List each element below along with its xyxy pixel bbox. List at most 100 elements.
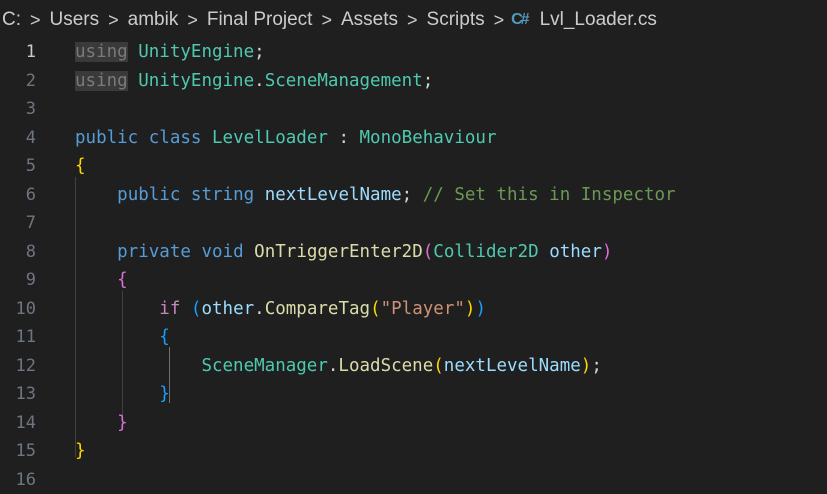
line-number: 4 — [25, 127, 36, 148]
code-content: public class LevelLoader : MonoBehaviour — [75, 124, 496, 152]
code-token: class — [148, 127, 202, 148]
code-token: ) — [475, 298, 486, 319]
line-number: 16 — [15, 469, 36, 490]
code-content: } — [75, 437, 86, 465]
code-token: } — [159, 384, 170, 404]
code-token: OnTriggerEnter2D — [254, 241, 423, 262]
code-token: other — [549, 241, 602, 262]
code-line[interactable]: 11 { — [0, 323, 827, 351]
breadcrumb-item-scripts[interactable]: Scripts — [425, 9, 487, 31]
code-token: ) — [580, 355, 592, 376]
breadcrumb-item-file[interactable]: Lvl_Loader.cs — [538, 9, 659, 31]
code-token: { — [75, 156, 86, 176]
line-number: 6 — [25, 184, 36, 205]
line-number: 8 — [25, 241, 36, 262]
code-line[interactable]: 16 — [0, 466, 827, 494]
code-token: ) — [601, 241, 613, 262]
code-line[interactable]: 6 public string nextLevelName; // Set th… — [0, 181, 827, 209]
breadcrumb-item-ambik[interactable]: ambik — [126, 9, 181, 31]
code-token: { — [117, 270, 128, 290]
breadcrumb-item-users[interactable]: Users — [48, 9, 102, 31]
line-number: 10 — [15, 298, 36, 319]
code-token: UnityEngine — [138, 42, 255, 62]
code-line[interactable]: 13 } — [0, 380, 827, 408]
code-token: private — [117, 241, 191, 262]
code-line[interactable]: 1 using UnityEngine; — [0, 38, 827, 66]
code-token: void — [201, 241, 244, 262]
code-line[interactable]: 14 } — [0, 409, 827, 437]
code-content: { — [75, 266, 128, 294]
code-line[interactable]: 9 { — [0, 266, 827, 294]
code-content: } — [75, 409, 128, 437]
code-token: nextLevelName — [264, 184, 402, 205]
code-content: using UnityEngine.SceneManagement; — [75, 67, 433, 95]
chevron-right-icon: > — [30, 9, 41, 30]
line-number: 14 — [15, 412, 36, 433]
code-token: nextLevelName — [443, 355, 581, 376]
code-token: string — [190, 184, 255, 205]
code-token: . — [327, 355, 339, 376]
line-number: 2 — [25, 70, 36, 91]
line-number: 3 — [25, 99, 36, 119]
line-number: 12 — [15, 355, 36, 376]
code-line[interactable]: 5{ — [0, 152, 827, 180]
code-token: } — [75, 441, 86, 461]
code-editor[interactable]: 1 using UnityEngine; 2 using UnityEngine.Sc… — [0, 37, 827, 493]
breadcrumb-item-assets[interactable]: Assets — [339, 9, 400, 31]
line-number: 15 — [15, 441, 36, 461]
code-token: } — [117, 412, 128, 433]
code-token: ; — [254, 42, 265, 62]
chevron-right-icon: > — [407, 9, 418, 30]
line-number: 11 — [15, 327, 36, 347]
code-token: // Set this in Inspector — [422, 184, 676, 205]
chevron-right-icon: > — [493, 9, 505, 30]
code-token: ; — [401, 184, 423, 205]
code-line[interactable]: 2 using UnityEngine.SceneManagement; — [0, 67, 827, 95]
code-token: ( — [422, 241, 434, 262]
code-token: MonoBehaviour — [359, 127, 497, 148]
code-line[interactable]: 10 if (other.CompareTag("Player")) — [0, 295, 827, 323]
code-token: LevelLoader — [212, 127, 328, 148]
code-content: if (other.CompareTag("Player")) — [75, 295, 486, 323]
code-line[interactable]: 7 — [0, 209, 827, 237]
code-content: } — [75, 380, 170, 408]
code-token: : — [327, 127, 360, 148]
breadcrumb-item-final-project[interactable]: Final Project — [205, 9, 315, 31]
code-line[interactable]: 8 private void OnTriggerEnter2D(Collider… — [0, 238, 827, 266]
code-content: { — [75, 323, 170, 351]
code-token: "Player" — [380, 298, 465, 319]
code-line[interactable]: 12 SceneManager.LoadScene(nextLevelName)… — [0, 352, 827, 380]
code-token: { — [159, 327, 170, 347]
line-number: 1 — [25, 42, 36, 62]
code-token: other — [201, 298, 255, 319]
code-token: ; — [591, 355, 602, 376]
breadcrumb-item-drive[interactable]: C: — [0, 9, 23, 31]
line-number: 7 — [25, 213, 36, 233]
code-token: ( — [190, 298, 202, 319]
code-line[interactable]: 3 — [0, 95, 827, 123]
code-token: using — [75, 70, 128, 91]
code-line[interactable]: 4 public class LevelLoader : MonoBehaviou… — [0, 124, 827, 152]
chevron-right-icon: > — [187, 9, 198, 30]
code-token: CompareTag — [264, 298, 371, 319]
line-number: 13 — [15, 384, 36, 404]
code-token: SceneManager — [201, 355, 328, 376]
code-content: public string nextLevelName; // Set this… — [75, 181, 676, 209]
code-token: ; — [422, 70, 434, 91]
chevron-right-icon: > — [321, 9, 332, 30]
code-line[interactable]: 15} — [0, 437, 827, 465]
code-token: ) — [464, 298, 476, 319]
